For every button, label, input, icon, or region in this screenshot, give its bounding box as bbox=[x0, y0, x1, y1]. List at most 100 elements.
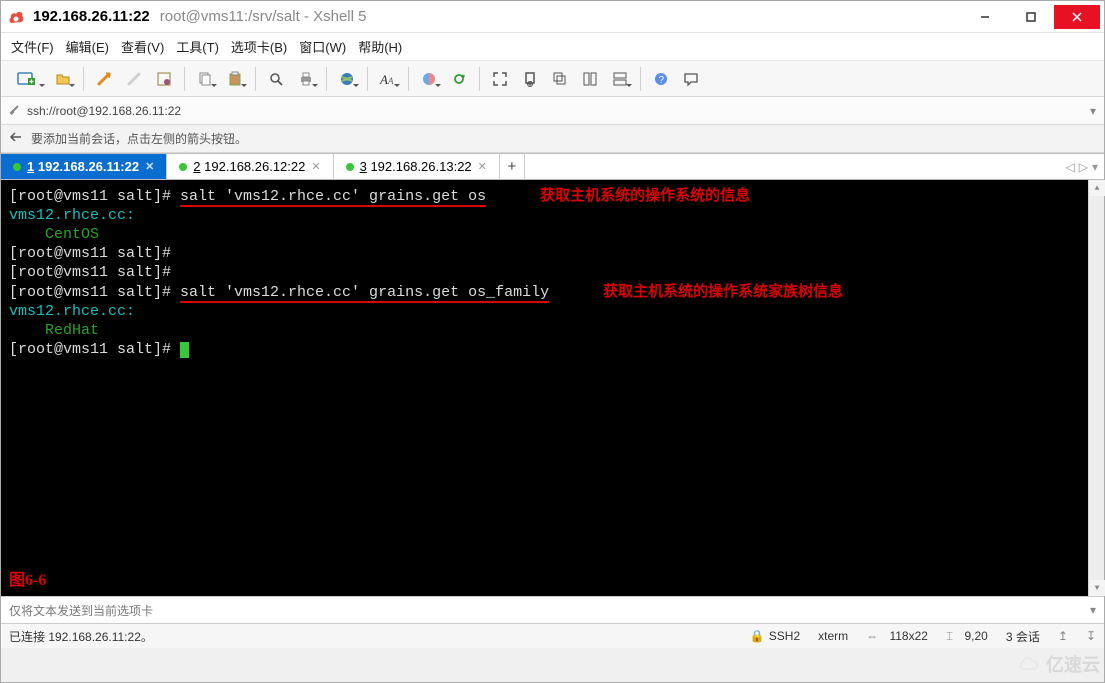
status-connected: 已连接 192.168.26.11:22。 bbox=[9, 628, 153, 645]
tab-index: 2 bbox=[193, 159, 200, 174]
menu-window[interactable]: 窗口(W) bbox=[299, 37, 346, 56]
status-dot-icon bbox=[346, 163, 354, 171]
prompt: [root@vms11 salt]# bbox=[9, 341, 180, 358]
statusbar: 已连接 192.168.26.11:22。 🔒SSH2 xterm ⇔ 118x… bbox=[1, 624, 1104, 648]
cursor bbox=[180, 342, 189, 358]
font-icon[interactable]: AA bbox=[374, 65, 402, 93]
prompt: [root@vms11 salt]# bbox=[9, 245, 180, 262]
command-text: salt 'vms12.rhce.cc' grains.get os bbox=[180, 188, 486, 207]
svg-text:A: A bbox=[379, 72, 388, 87]
refresh-icon[interactable] bbox=[445, 65, 473, 93]
tab-menu-icon[interactable]: ▾ bbox=[1092, 160, 1098, 174]
tab-close-icon[interactable]: ✕ bbox=[478, 160, 487, 173]
status-down-icon[interactable]: ↧ bbox=[1086, 629, 1096, 643]
tab-label: 192.168.26.12:22 bbox=[204, 159, 305, 174]
send-target-dropdown-icon[interactable]: ▾ bbox=[1090, 603, 1096, 617]
menubar: 文件(F) 编辑(E) 查看(V) 工具(T) 选项卡(B) 窗口(W) 帮助(… bbox=[1, 33, 1104, 61]
toolbar-sep bbox=[184, 67, 185, 91]
output-host: vms12.rhce.cc: bbox=[9, 207, 135, 224]
new-tab-button[interactable]: + bbox=[500, 154, 525, 179]
tab-prev-icon[interactable]: ◁ bbox=[1066, 160, 1075, 174]
new-session-button[interactable] bbox=[7, 65, 47, 93]
status-up-icon[interactable]: ↥ bbox=[1058, 629, 1068, 643]
properties-icon[interactable] bbox=[150, 65, 178, 93]
reconnect-icon[interactable] bbox=[90, 65, 118, 93]
toolbar-sep bbox=[367, 67, 368, 91]
menu-view[interactable]: 查看(V) bbox=[121, 37, 164, 56]
session-tab-3[interactable]: 3 192.168.26.13:22 ✕ bbox=[334, 154, 500, 179]
open-button[interactable] bbox=[49, 65, 77, 93]
tab-label: 192.168.26.13:22 bbox=[370, 159, 471, 174]
resize-icon: ⇔ bbox=[866, 629, 878, 643]
status-size: ⇔ 118x22 bbox=[866, 629, 928, 643]
help-icon[interactable]: ? bbox=[647, 65, 675, 93]
disconnect-icon[interactable] bbox=[120, 65, 148, 93]
address-dropdown-icon[interactable]: ▾ bbox=[1090, 104, 1096, 118]
session-tab-2[interactable]: 2 192.168.26.12:22 ✕ bbox=[167, 154, 333, 179]
toolbar-sep bbox=[255, 67, 256, 91]
output-value: CentOS bbox=[9, 226, 99, 243]
simple-mode-icon[interactable] bbox=[516, 65, 544, 93]
svg-text:A: A bbox=[387, 76, 394, 86]
find-icon[interactable] bbox=[262, 65, 290, 93]
color-scheme-icon[interactable] bbox=[415, 65, 443, 93]
menu-file[interactable]: 文件(F) bbox=[11, 37, 54, 56]
toolbar-sep bbox=[408, 67, 409, 91]
send-placeholder: 仅将文本发送到当前选项卡 bbox=[9, 602, 153, 619]
close-button[interactable] bbox=[1054, 5, 1100, 29]
hint-bar: 要添加当前会话，点击左侧的箭头按钮。 bbox=[1, 125, 1104, 153]
hint-text: 要添加当前会话，点击左侧的箭头按钮。 bbox=[31, 130, 247, 147]
annotation: 获取主机系统的操作系统的信息 bbox=[540, 187, 750, 204]
tab-close-icon[interactable]: ✕ bbox=[145, 160, 154, 173]
scrollbar[interactable]: ▲ ▼ bbox=[1088, 180, 1104, 596]
tab-next-icon[interactable]: ▷ bbox=[1079, 160, 1088, 174]
output-value: RedHat bbox=[9, 322, 99, 339]
toolbar-sep bbox=[640, 67, 641, 91]
toolbar-sep bbox=[83, 67, 84, 91]
watermark-text: 亿速云 bbox=[1046, 651, 1100, 677]
tile-vertical-icon[interactable] bbox=[606, 65, 634, 93]
toolbar-sep bbox=[479, 67, 480, 91]
address-bar[interactable]: ssh://root@192.168.26.11:22 ▾ bbox=[1, 97, 1104, 125]
title-app: root@vms11:/srv/salt - Xshell 5 bbox=[160, 8, 962, 25]
cascade-icon[interactable] bbox=[546, 65, 574, 93]
send-bar[interactable]: 仅将文本发送到当前选项卡 ▾ bbox=[1, 596, 1104, 624]
maximize-button[interactable] bbox=[1008, 5, 1054, 29]
terminal[interactable]: ▲ ▼ [root@vms11 salt]# salt 'vms12.rhce.… bbox=[1, 180, 1104, 596]
toolbar: AA ? bbox=[1, 61, 1104, 97]
add-session-arrow-icon[interactable] bbox=[9, 130, 23, 147]
tab-close-icon[interactable]: ✕ bbox=[311, 160, 320, 173]
tab-label: 192.168.26.11:22 bbox=[38, 159, 139, 174]
tile-horizontal-icon[interactable] bbox=[576, 65, 604, 93]
menu-edit[interactable]: 编辑(E) bbox=[66, 37, 109, 56]
minimize-button[interactable] bbox=[962, 5, 1008, 29]
paste-button[interactable] bbox=[221, 65, 249, 93]
menu-help[interactable]: 帮助(H) bbox=[358, 37, 402, 56]
print-icon[interactable] bbox=[292, 65, 320, 93]
session-tab-1[interactable]: 1 192.168.26.11:22 ✕ bbox=[1, 154, 167, 179]
titlebar: 192.168.26.11:22 root@vms11:/srv/salt - … bbox=[1, 1, 1104, 33]
menu-tools[interactable]: 工具(T) bbox=[176, 37, 219, 56]
menu-tabs[interactable]: 选项卡(B) bbox=[231, 37, 287, 56]
app-icon bbox=[7, 8, 25, 26]
scroll-down-icon[interactable]: ▼ bbox=[1089, 580, 1105, 596]
globe-icon[interactable] bbox=[333, 65, 361, 93]
figure-label: 图6-6 bbox=[9, 571, 46, 590]
caret-pos-icon: ⌶ bbox=[946, 629, 953, 644]
lock-icon: 🔒 bbox=[750, 629, 765, 643]
command-text: salt 'vms12.rhce.cc' grains.get os_famil… bbox=[180, 284, 549, 303]
protocol-icon bbox=[9, 103, 21, 118]
title-session: 192.168.26.11:22 bbox=[33, 8, 150, 25]
copy-button[interactable] bbox=[191, 65, 219, 93]
session-tabstrip: 1 192.168.26.11:22 ✕ 2 192.168.26.12:22 … bbox=[1, 153, 1104, 180]
scroll-up-icon[interactable]: ▲ bbox=[1089, 180, 1105, 196]
fullscreen-icon[interactable] bbox=[486, 65, 514, 93]
address-text: ssh://root@192.168.26.11:22 bbox=[27, 104, 181, 118]
watermark: 亿速云 bbox=[1014, 646, 1104, 682]
annotation: 获取主机系统的操作系统家族树信息 bbox=[603, 283, 843, 300]
prompt: [root@vms11 salt]# bbox=[9, 188, 180, 205]
tab-nav: ◁ ▷ ▾ bbox=[1066, 154, 1105, 179]
svg-text:?: ? bbox=[659, 75, 665, 86]
status-termtype: xterm bbox=[818, 629, 848, 643]
feedback-icon[interactable] bbox=[677, 65, 705, 93]
